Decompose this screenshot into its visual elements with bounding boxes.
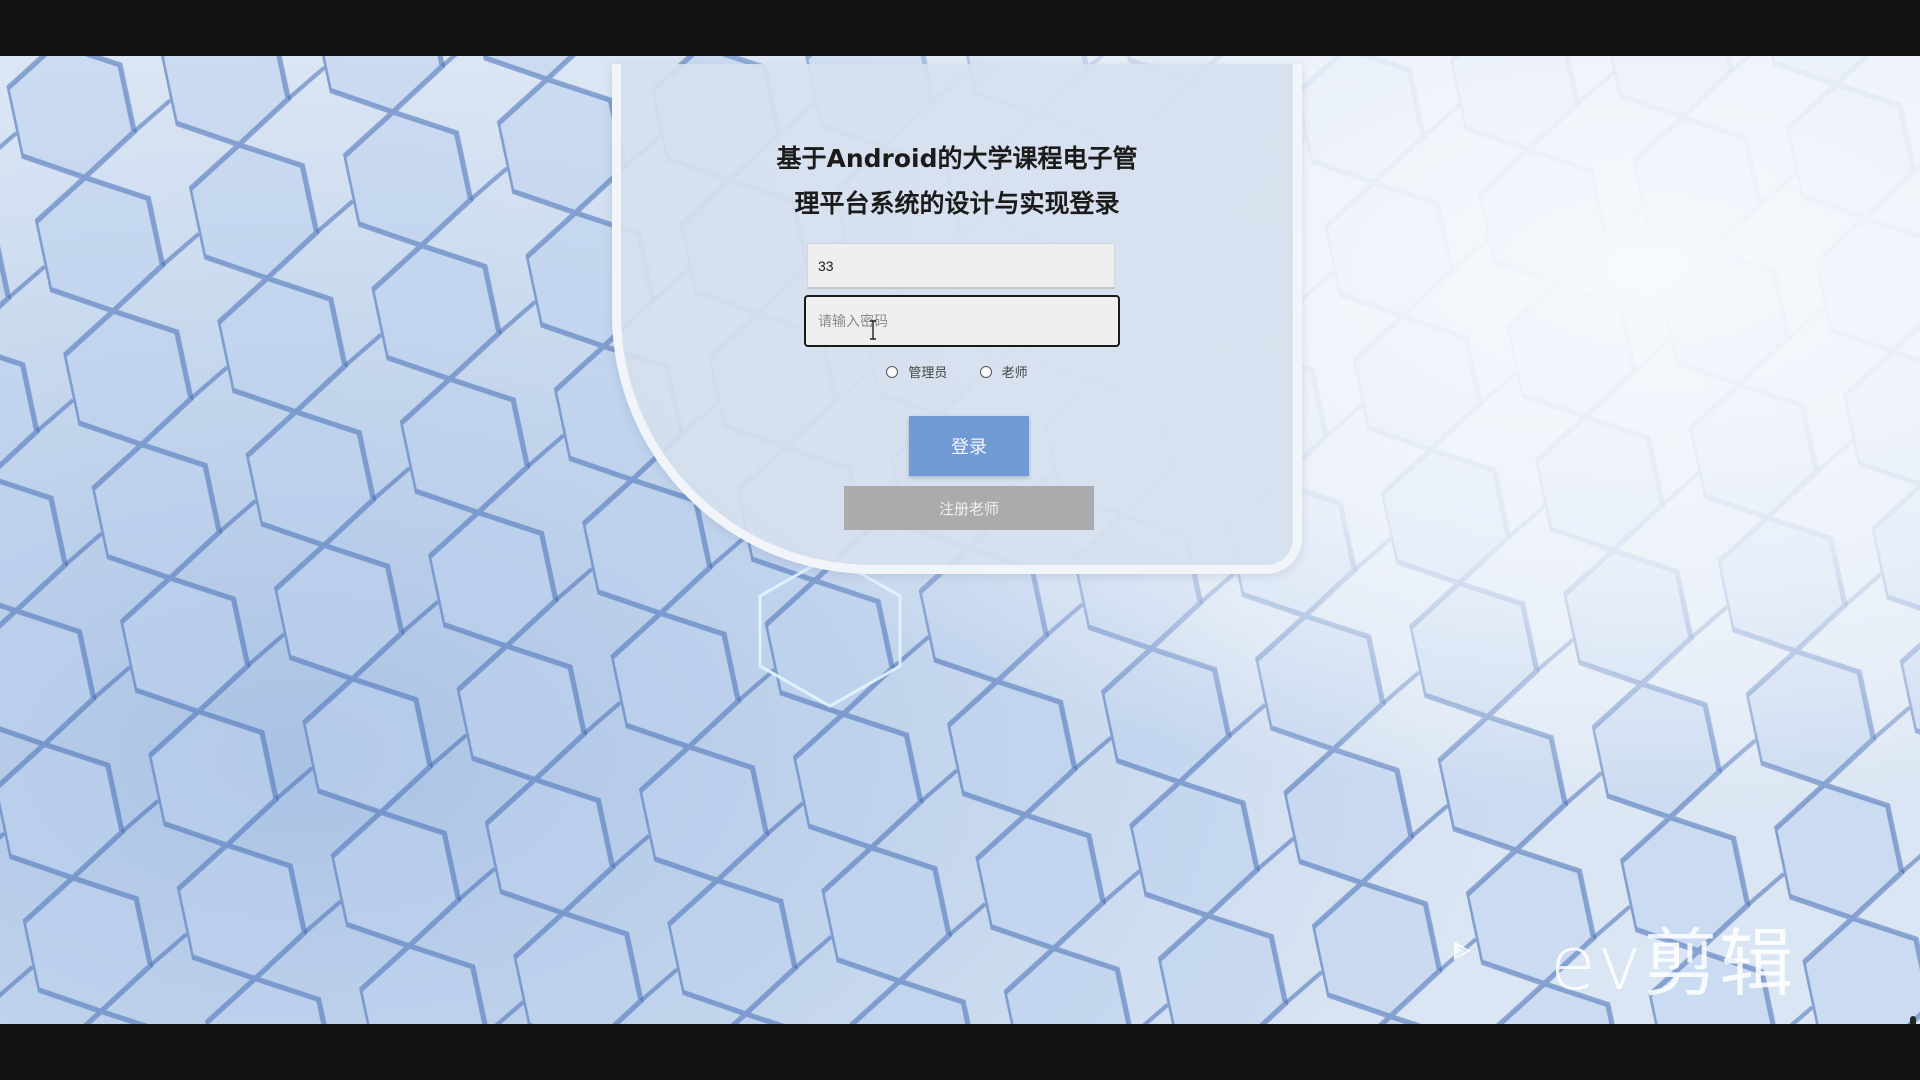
login-panel: 基于Android的大学课程电子管 理平台系统的设计与实现登录 管理员 老师 登… bbox=[612, 64, 1302, 574]
username-input[interactable] bbox=[807, 243, 1115, 289]
password-input[interactable] bbox=[804, 295, 1120, 347]
role-teacher[interactable]: 老师 bbox=[979, 362, 1028, 381]
watermark-text: ev剪辑 bbox=[1550, 921, 1796, 1007]
login-button[interactable]: 登录 bbox=[909, 416, 1029, 476]
title-line-1: 基于Android的大学课程电子管 bbox=[776, 144, 1138, 173]
register-teacher-button[interactable]: 注册老师 bbox=[844, 486, 1094, 530]
admin-radio[interactable] bbox=[886, 365, 899, 378]
video-letterbox-top bbox=[0, 0, 1920, 56]
ev-logo-icon bbox=[1453, 941, 1471, 961]
teacher-radio[interactable] bbox=[979, 365, 992, 378]
login-page: 基于Android的大学课程电子管 理平台系统的设计与实现登录 管理员 老师 登… bbox=[0, 56, 1920, 1024]
role-admin[interactable]: 管理员 bbox=[886, 362, 947, 381]
text-cursor-icon bbox=[870, 320, 876, 340]
scrollbar[interactable] bbox=[1910, 1016, 1916, 1024]
admin-label: 管理员 bbox=[908, 366, 948, 381]
page-title: 基于Android的大学课程电子管 理平台系统的设计与实现登录 bbox=[621, 136, 1293, 226]
video-letterbox-bottom bbox=[0, 1024, 1920, 1080]
title-line-2: 理平台系统的设计与实现登录 bbox=[794, 189, 1120, 218]
role-selector: 管理员 老师 bbox=[621, 362, 1293, 382]
teacher-label: 老师 bbox=[1001, 366, 1028, 381]
